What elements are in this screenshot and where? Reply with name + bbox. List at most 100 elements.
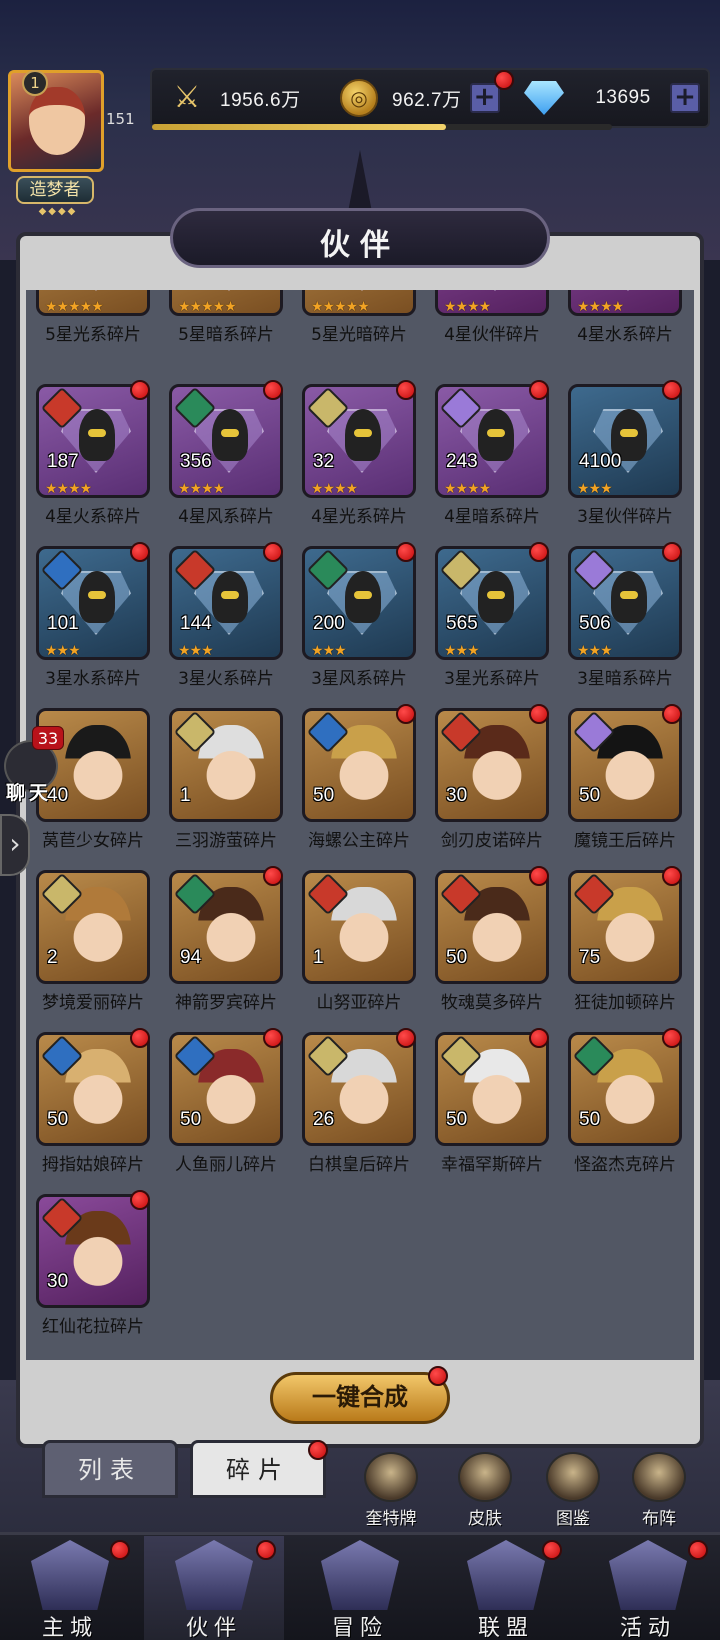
fragment-item[interactable]: 50 人鱼丽儿碎片	[165, 1028, 283, 1178]
fragment-item[interactable]: 30 剑刃皮诺碎片	[431, 704, 549, 854]
notification-dot	[662, 542, 682, 562]
fragment-card: 32 ★★★★	[302, 384, 416, 498]
add-gem-button[interactable]: +	[670, 83, 700, 113]
fragment-label: 4星火系碎片	[45, 507, 141, 527]
fragment-label: 幸福罕斯碎片	[441, 1155, 543, 1175]
star-rating: ★★★	[311, 643, 347, 659]
fragment-label: 3星火系碎片	[178, 669, 274, 689]
fragment-item[interactable]: 565 ★★★ 3星光系碎片	[431, 542, 549, 692]
compass-icon	[321, 1540, 399, 1610]
nav-label: 活动	[619, 1616, 676, 1640]
fragment-item[interactable]: 1 三羽游萤碎片	[165, 704, 283, 854]
tab-list[interactable]: 列表	[42, 1440, 178, 1498]
merge-all-button[interactable]: 一键合成	[270, 1372, 450, 1424]
fragment-card: 50	[302, 708, 416, 822]
fragment-item[interactable]: 50 幸福罕斯碎片	[431, 1028, 549, 1178]
fragment-item[interactable]: 195 ★★★★ 4星水系碎片	[564, 290, 682, 348]
fragment-label: 4星暗系碎片	[444, 507, 540, 527]
fragment-item[interactable]: 50 怪盗杰克碎片	[564, 1028, 682, 1178]
notification-dot	[529, 542, 549, 562]
sub-nav-formation[interactable]: 布阵	[624, 1452, 694, 1529]
sub-nav-codex[interactable]: 图鉴	[538, 1452, 608, 1529]
fragment-count: 101	[47, 613, 79, 634]
fragment-item[interactable]: 1 ★★★★★ 5星光系碎片	[32, 290, 150, 348]
fragment-card: 195 ★★★★	[568, 290, 682, 316]
fragment-item[interactable]: 50 海螺公主碎片	[298, 704, 416, 854]
fragment-label: 4星伙伴碎片	[444, 325, 540, 345]
hooded-figure-icon	[212, 571, 248, 623]
nav-label: 伙伴	[185, 1616, 242, 1640]
fragment-item[interactable]: 25 ★★★★★ 5星光暗碎片	[298, 290, 416, 348]
experience-bar	[152, 124, 612, 130]
fragment-item[interactable]: 75 狂徒加顿碎片	[564, 866, 682, 1016]
notification-dot	[662, 704, 682, 724]
fragment-card: 50	[568, 1032, 682, 1146]
fragment-item[interactable]: 30 红仙花拉碎片	[32, 1190, 150, 1340]
fragment-label: 山努亚碎片	[316, 993, 402, 1013]
fragment-item[interactable]: 101 ★★★ 3星水系碎片	[32, 542, 150, 692]
gold-notification-dot	[494, 70, 514, 90]
fragment-item[interactable]: 356 ★★★★ 4星风系碎片	[165, 380, 283, 530]
notification-dot	[263, 380, 283, 400]
notification-dot	[130, 1028, 150, 1048]
fragment-item[interactable]: 1029 ★★★★ 4星伙伴碎片	[431, 290, 549, 348]
fragment-label: 人鱼丽儿碎片	[175, 1155, 277, 1175]
fragment-count: 200	[313, 613, 345, 634]
fragment-label: 4星光系碎片	[311, 507, 407, 527]
fragment-item[interactable]: 32 ★★★★ 4星光系碎片	[298, 380, 416, 530]
fragment-item[interactable]: 2 梦境爱丽碎片	[32, 866, 150, 1016]
fragment-item[interactable]: 200 ★★★ 3星风系碎片	[298, 542, 416, 692]
notification-dot	[396, 542, 416, 562]
fragment-card: 50	[568, 708, 682, 822]
fragment-label: 牧魂莫多碎片	[441, 993, 543, 1013]
fragment-item[interactable]: 243 ★★★★ 4星暗系碎片	[431, 380, 549, 530]
add-gold-button[interactable]: +	[469, 83, 500, 113]
fragment-label: 3星风系碎片	[311, 669, 407, 689]
notification-dot	[529, 1028, 549, 1048]
nav-label: 主城	[41, 1616, 98, 1640]
sub-nav-label: 奎特牌	[365, 1509, 417, 1529]
fragment-label: 4星水系碎片	[577, 325, 673, 345]
nav-adventure[interactable]: 冒险	[290, 1536, 430, 1640]
fragment-count: 187	[47, 451, 79, 472]
chat-label: 聊天	[6, 782, 53, 804]
fragment-count: 356	[180, 451, 212, 472]
fragment-count: 7	[180, 290, 191, 291]
fragment-item[interactable]: 4100 ★★★ 3星伙伴碎片	[564, 380, 682, 530]
fragment-item[interactable]: 50 牧魂莫多碎片	[431, 866, 549, 1016]
tab-fragments[interactable]: 碎片	[190, 1440, 326, 1498]
fragment-item[interactable]: 50 魔镜王后碎片	[564, 704, 682, 854]
nav-notification-dot	[542, 1540, 562, 1560]
power-display: ⚔ 1956.6万	[168, 78, 301, 118]
fragment-label: 狂徒加顿碎片	[574, 993, 676, 1013]
fragment-item[interactable]: 1 山努亚碎片	[298, 866, 416, 1016]
fragment-card: 30	[435, 708, 549, 822]
gem-value: 13695	[595, 87, 651, 108]
fragment-item[interactable]: 26 白棋皇后碎片	[298, 1028, 416, 1178]
fragment-card: 243 ★★★★	[435, 384, 549, 498]
fragment-label: 3星暗系碎片	[577, 669, 673, 689]
hooded-figure-icon	[345, 571, 381, 623]
fragment-item[interactable]: 94 神箭罗宾碎片	[165, 866, 283, 1016]
fragment-card: 144 ★★★	[169, 546, 283, 660]
merge-notification-dot	[428, 1366, 448, 1386]
side-expand-arrow[interactable]: ›	[0, 814, 30, 876]
fragment-item[interactable]: 50 拇指姑娘碎片	[32, 1028, 150, 1178]
fragment-label: 莴苣少女碎片	[42, 831, 144, 851]
fragment-label: 梦境爱丽碎片	[42, 993, 144, 1013]
star-rating: ★★★★	[577, 299, 624, 315]
fragment-card: 1029 ★★★★	[435, 290, 549, 316]
fragment-item[interactable]: 7 ★★★★★ 5星暗系碎片	[165, 290, 283, 348]
sub-nav-card[interactable]: 奎特牌	[356, 1452, 426, 1529]
star-rating: ★★★★★	[178, 299, 237, 315]
panel-title: 伙伴	[320, 228, 400, 263]
fragment-item[interactable]: 144 ★★★ 3星火系碎片	[165, 542, 283, 692]
sub-nav-skins[interactable]: 皮肤	[450, 1452, 520, 1529]
hero-portrait	[65, 725, 131, 809]
fragment-card: 187 ★★★★	[36, 384, 150, 498]
notification-dot	[662, 1028, 682, 1048]
fragments-notification-dot	[308, 1440, 328, 1460]
hooded-figure-icon	[79, 571, 115, 623]
fragment-item[interactable]: 187 ★★★★ 4星火系碎片	[32, 380, 150, 530]
fragment-item[interactable]: 506 ★★★ 3星暗系碎片	[564, 542, 682, 692]
